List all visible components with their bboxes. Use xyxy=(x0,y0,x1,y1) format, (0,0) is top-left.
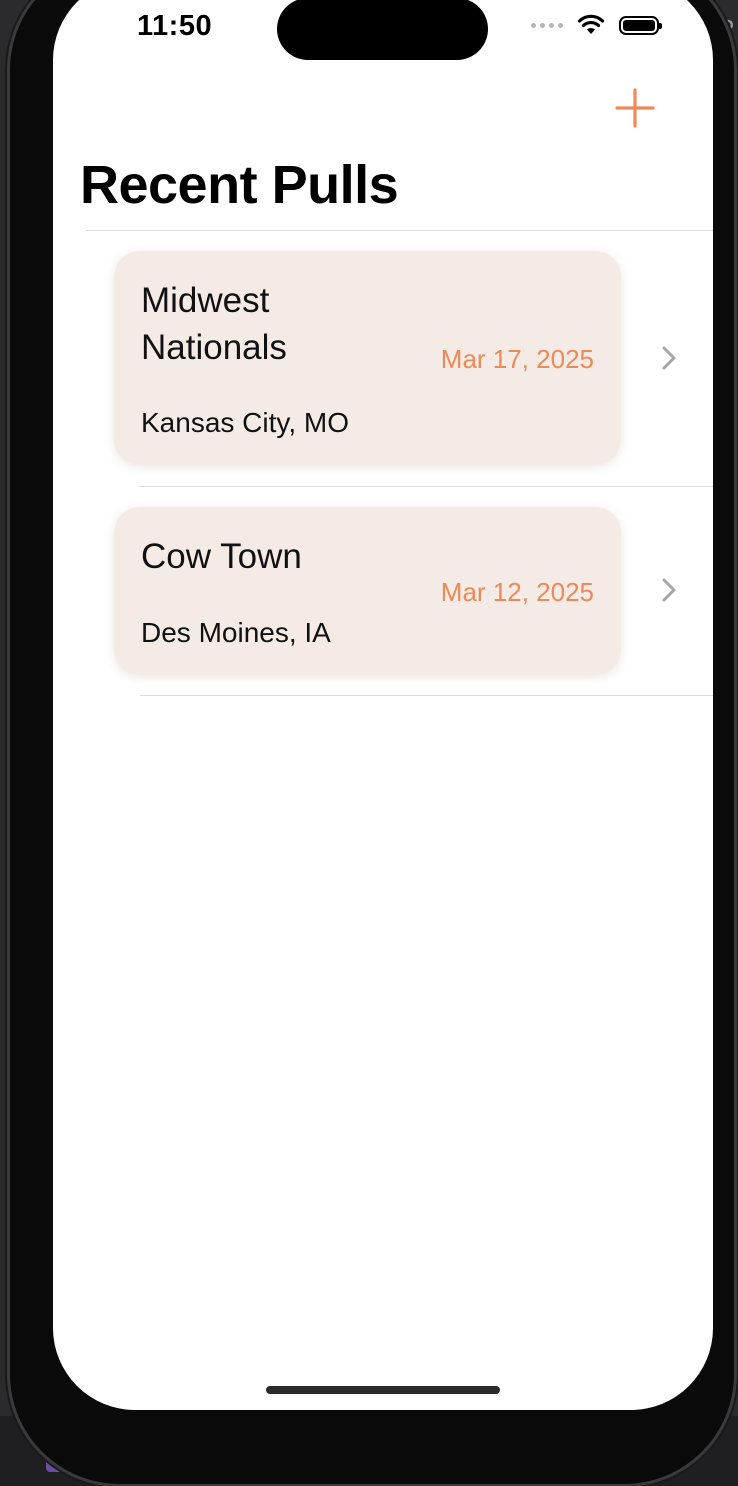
home-indicator[interactable] xyxy=(266,1386,500,1394)
row-divider xyxy=(140,486,713,487)
wifi-icon xyxy=(577,14,605,34)
pull-name-line2: Nationals xyxy=(141,328,287,367)
add-pull-button[interactable] xyxy=(615,88,655,128)
battery-icon xyxy=(619,15,662,35)
chevron-right-icon[interactable] xyxy=(661,577,677,603)
pull-name: Cow Town xyxy=(141,537,302,576)
dynamic-island xyxy=(277,0,488,60)
pull-location: Des Moines, IA xyxy=(141,617,331,648)
page-title: Recent Pulls xyxy=(80,155,399,215)
cellular-signal-icon xyxy=(531,22,563,28)
pull-date: Mar 12, 2025 xyxy=(440,577,594,607)
pull-date: Mar 17, 2025 xyxy=(440,344,594,374)
status-time: 11:50 xyxy=(137,10,213,42)
status-icons xyxy=(531,14,662,36)
pull-card[interactable]: Midwest Nationals Mar 17, 2025 Kansas Ci… xyxy=(114,251,621,465)
app-screen: 11:50 Recent Pulls Midwest Nationals Mar… xyxy=(53,0,713,1410)
pull-name: Midwest xyxy=(141,281,270,320)
row-divider xyxy=(140,695,713,696)
pull-card[interactable]: Cow Town Mar 12, 2025 Des Moines, IA xyxy=(114,507,621,675)
chevron-right-icon[interactable] xyxy=(661,345,677,371)
pull-location: Kansas City, MO xyxy=(141,407,349,438)
title-divider xyxy=(86,230,713,231)
plus-icon xyxy=(615,88,655,128)
phone-frame: 11:50 Recent Pulls Midwest Nationals Mar… xyxy=(10,0,734,1484)
